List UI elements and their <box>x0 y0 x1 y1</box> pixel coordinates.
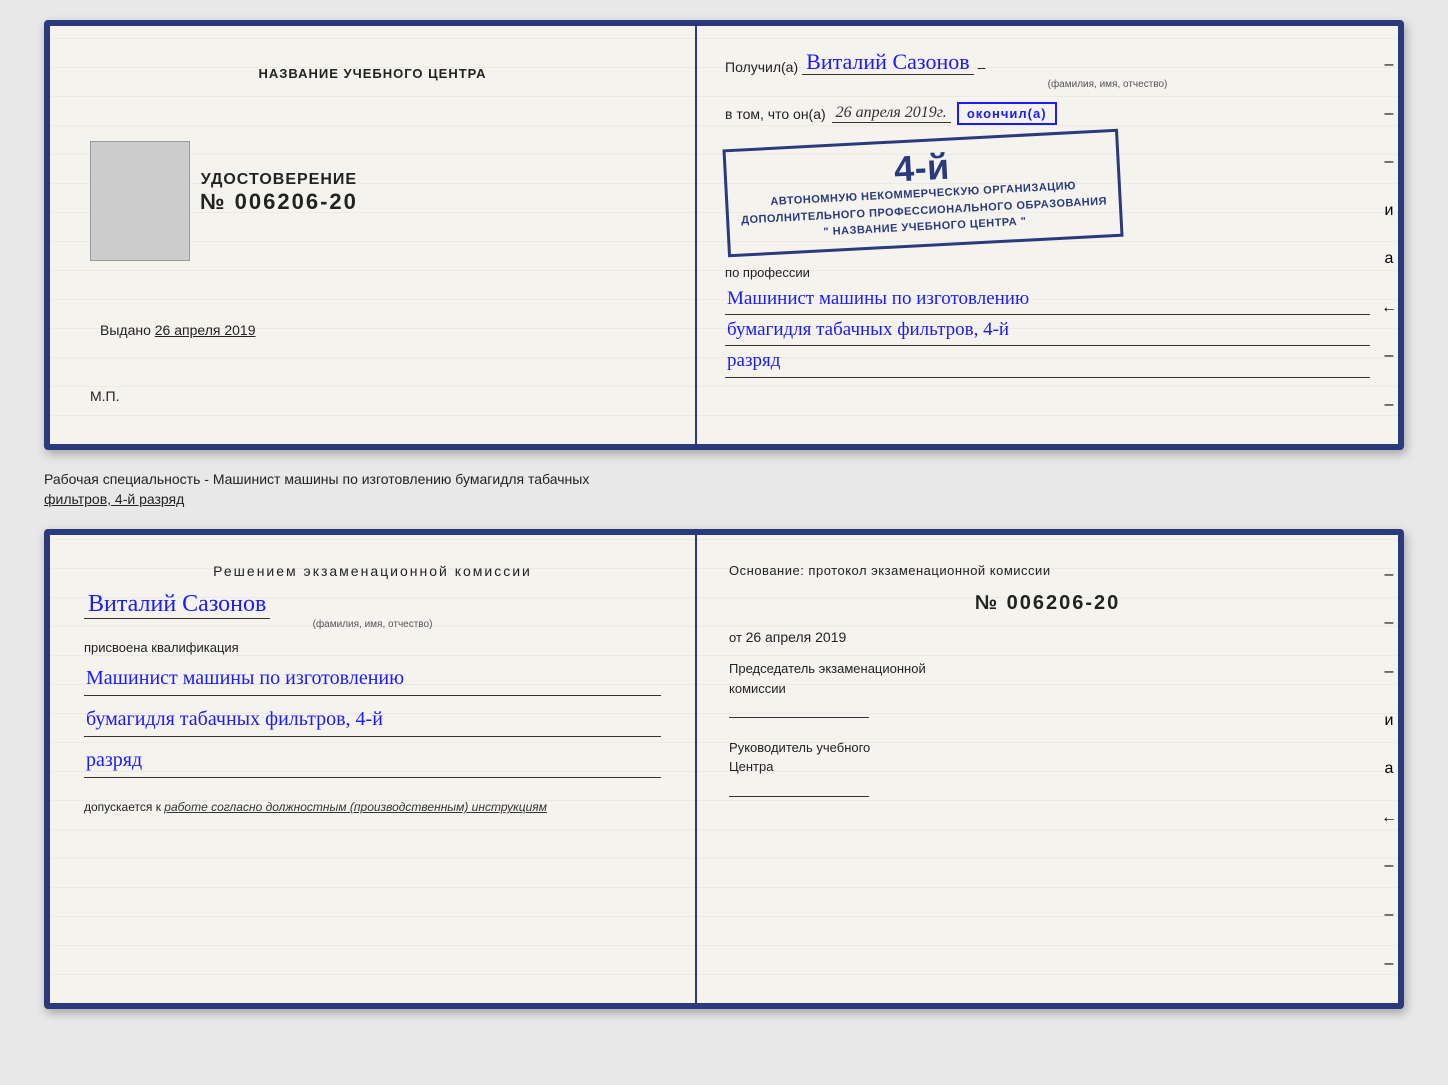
predsedatel-signature <box>729 698 869 718</box>
vtom-row: в том, что он(а) 26 апреля 2019г. окончи… <box>725 102 1370 125</box>
qual-line-2: бумагидля табачных фильтров, 4-й <box>84 702 661 737</box>
recipient-name: Виталий Сазонов <box>802 50 973 75</box>
center-heading: НАЗВАНИЕ УЧЕБНОГО ЦЕНТРА <box>258 66 486 81</box>
stamp-block: 4-й АВТОНОМНУЮ НЕКОММЕРЧЕСКУЮ ОРГАНИЗАЦИ… <box>722 129 1123 257</box>
cert-left-panel: НАЗВАНИЕ УЧЕБНОГО ЦЕНТРА УДОСТОВЕРЕНИЕ №… <box>50 26 697 444</box>
top-certificate: НАЗВАНИЕ УЧЕБНОГО ЦЕНТРА УДОСТОВЕРЕНИЕ №… <box>44 20 1404 450</box>
predsedatel-block: Председатель экзаменационной комиссии <box>729 659 1366 724</box>
cert-issued: Выдано 26 апреля 2019 <box>100 322 256 338</box>
bottom-date: 26 апреля 2019 <box>746 629 847 645</box>
rukovoditel-block: Руководитель учебного Центра <box>729 738 1366 803</box>
fio-label: (фамилия, имя, отчество) <box>845 79 1370 90</box>
dopusk-text: работе согласно должностным (производств… <box>164 800 547 814</box>
side-decorations: – – – и а ← – – <box>1380 26 1398 444</box>
qual-line-3: разряд <box>84 743 661 778</box>
qual-line-1: Машинист машины по изготовлению <box>84 661 661 696</box>
okončil-badge: окончил(а) <box>957 102 1057 125</box>
label-underline: фильтров, 4-й разряд <box>44 491 184 507</box>
bottom-right-panel: Основание: протокол экзаменационной коми… <box>697 535 1398 1003</box>
photo-placeholder <box>90 141 190 261</box>
prof-line-1: Машинист машины по изготовлению <box>725 284 1370 315</box>
rukovoditel-signature <box>729 777 869 797</box>
issue-date: 26 апреля 2019г. <box>832 104 951 123</box>
cert-right-panel: Получил(а) Виталий Сазонов – (фамилия, и… <box>697 26 1398 444</box>
bottom-fio-label: (фамилия, имя, отчество) <box>84 619 661 630</box>
osnovanie-label: Основание: протокол экзаменационной коми… <box>729 563 1366 578</box>
cert-number-block: УДОСТОВЕРЕНИЕ № 006206-20 <box>200 171 358 215</box>
komissia-heading: Решением экзаменационной комиссии <box>84 563 661 579</box>
prof-line-3: разряд <box>725 346 1370 377</box>
stamp-area: 4-й АВТОНОМНУЮ НЕКОММЕРЧЕСКУЮ ОРГАНИЗАЦИ… <box>725 131 1370 255</box>
poluchil-row: Получил(а) Виталий Сазонов – <box>725 50 1370 75</box>
po-professii: по профессии <box>725 265 1370 280</box>
proto-number: № 006206-20 <box>729 592 1366 615</box>
bottom-side-decorations: – – – и а ← – – – <box>1380 535 1398 1003</box>
udost-label: УДОСТОВЕРЕНИЕ <box>200 171 358 189</box>
bottom-recipient-name: Виталий Сазонов <box>84 591 270 619</box>
cert-number: № 006206-20 <box>200 189 358 215</box>
prisvoena-label: присвоена квалификация <box>84 640 661 655</box>
bottom-left-panel: Решением экзаменационной комиссии Витали… <box>50 535 697 1003</box>
mp-label: М.П. <box>90 388 120 404</box>
label-row: Рабочая специальность - Машинист машины … <box>44 466 1404 513</box>
prof-line-2: бумагидля табачных фильтров, 4-й <box>725 315 1370 346</box>
ot-date: от 26 апреля 2019 <box>729 629 1366 645</box>
dopuskaetsya-block: допускается к работе согласно должностны… <box>84 800 661 814</box>
bottom-certificate: Решением экзаменационной комиссии Витали… <box>44 529 1404 1009</box>
fio-name-block: Виталий Сазонов (фамилия, имя, отчество) <box>84 591 661 630</box>
